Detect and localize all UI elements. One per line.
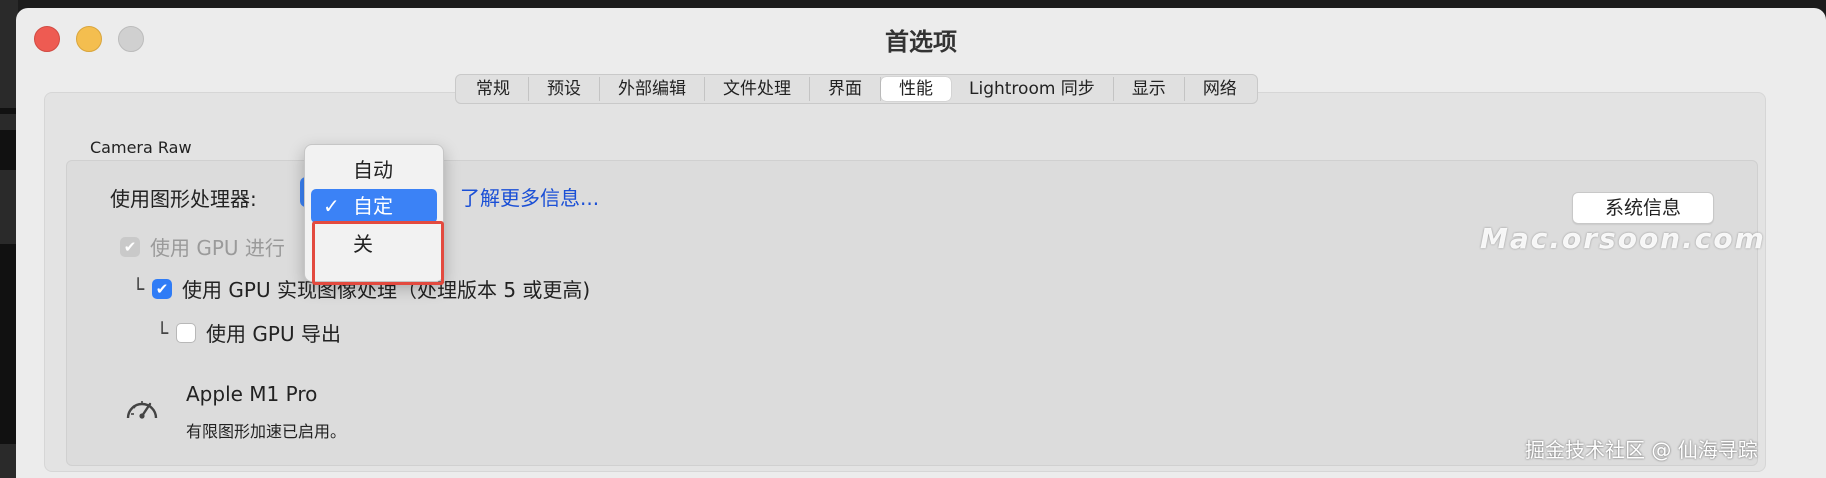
tab-external-editing[interactable]: 外部编辑 [600, 77, 705, 101]
annotation-highlight-box [312, 221, 444, 285]
watermark-text: Mac.orsoon.com [1480, 222, 1766, 255]
section-label: Camera Raw [90, 138, 192, 157]
menu-item-label: 自动 [353, 158, 393, 182]
checkmark-icon: ✔ [123, 237, 137, 256]
gpu-device-status: 有限图形加速已启用。 [186, 422, 347, 441]
tab-lightroom-sync[interactable]: Lightroom 同步 [951, 77, 1114, 101]
system-info-button[interactable]: 系统信息 [1572, 192, 1714, 224]
tree-connector-icon: └ [132, 276, 145, 301]
gpu-export-label: 使用 GPU 导出 [206, 322, 341, 346]
learn-more-link[interactable]: 了解更多信息... [460, 182, 599, 211]
window-title: 首选项 [885, 28, 957, 56]
menu-item-label: 自定 [353, 194, 393, 218]
use-gpu-for-label: 使用 GPU 进行 [150, 236, 285, 260]
gpu-image-processing-checkbox[interactable]: ✔ [152, 278, 173, 299]
tab-bar: 常规 预设 外部编辑 文件处理 界面 性能 Lightroom 同步 显示 网络 [455, 74, 1258, 104]
tab-file-handling[interactable]: 文件处理 [705, 77, 810, 101]
tab-presets[interactable]: 预设 [529, 77, 600, 101]
menu-item-auto[interactable]: 自动 [311, 153, 437, 187]
use-gpu-for-checkbox[interactable]: ✔ [120, 236, 140, 257]
tab-interface[interactable]: 界面 [810, 77, 881, 101]
use-gpu-for-row: ✔ 使用 GPU 进行 [120, 232, 285, 261]
menu-item-custom[interactable]: ✓ 自定 [311, 189, 437, 223]
tab-display[interactable]: 显示 [1114, 77, 1185, 101]
tab-general[interactable]: 常规 [458, 77, 529, 101]
tree-connector-icon: └ [156, 320, 169, 345]
footer-watermark: 掘金技术社区 @ 仙海寻踪 [1525, 438, 1758, 462]
checkmark-icon: ✔ [155, 279, 169, 298]
tab-network[interactable]: 网络 [1185, 77, 1255, 101]
gpu-device-name: Apple M1 Pro [186, 382, 318, 406]
gpu-export-checkbox[interactable] [176, 322, 197, 343]
speedometer-icon [124, 392, 160, 426]
checkmark-icon: ✓ [323, 194, 340, 218]
gpu-export-row: └ 使用 GPU 导出 [156, 318, 341, 347]
tab-performance[interactable]: 性能 [881, 77, 951, 101]
gpu-select-label: 使用图形处理器: [110, 187, 257, 211]
